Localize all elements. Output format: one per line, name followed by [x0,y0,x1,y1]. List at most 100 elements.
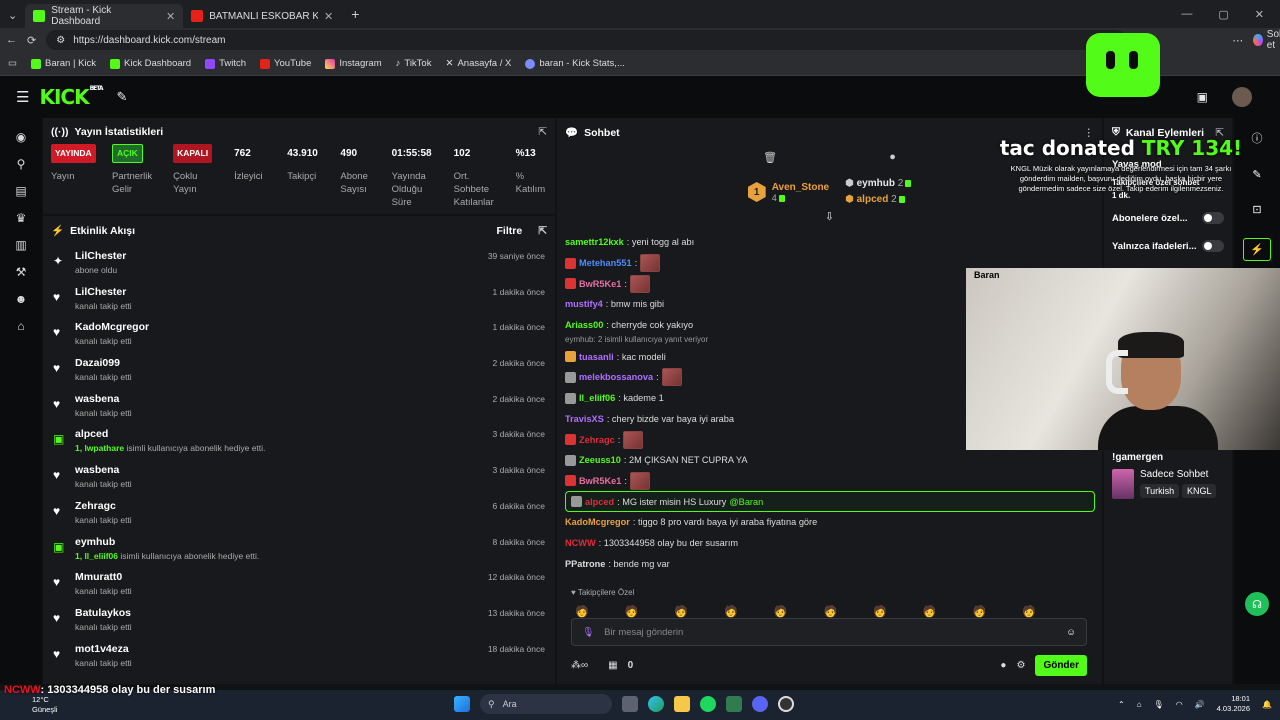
activity-user[interactable]: Mmuratt0 [75,571,545,583]
chatter-avatar[interactable]: 🧑 [724,605,738,618]
chat-username[interactable]: TravisXS [565,414,604,424]
activity-item[interactable]: ♥ LilChester kanalı takip etti 1 dakika önc… [43,281,555,317]
subs-only-toggle[interactable] [1202,212,1224,224]
users-icon[interactable]: ☻ [14,292,28,306]
activity-user[interactable]: alpced [75,428,545,440]
wrench-icon[interactable]: ⚒ [14,265,28,279]
activity-item[interactable]: ♥ Zehragc kanalı takip etti 6 dakika önce [43,495,555,531]
screenshot-icon[interactable]: ⊡ [1252,203,1261,216]
layout-icon[interactable]: ▥ [14,238,28,252]
activity-item[interactable]: ▣ eymhub 1, ll_eliif06 isimli kullanıcıya … [43,531,555,567]
chat-bubble-small-icon[interactable]: ● [1000,660,1006,671]
chat-message[interactable]: BwR5Ke1: [565,471,1095,492]
tag-pill[interactable]: KNGL [1181,484,1217,498]
chat-username[interactable]: KadoMcgregor [565,517,630,527]
chat-settings-icon[interactable]: ● [889,151,896,164]
activity-user[interactable]: Dazai099 [75,357,545,369]
url-field[interactable]: ⚙ https://dashboard.kick.com/stream [46,30,1127,50]
maximize-icon[interactable]: ▢ [1218,8,1228,21]
bookmark-youtube[interactable]: YouTube [260,58,311,69]
chatter-avatar[interactable]: 🧑 [923,605,937,618]
store-icon[interactable]: ▦ [608,660,617,671]
activity-item[interactable]: ♥ mot1v4eza kanalı takip etti 18 dakika önc… [43,638,555,674]
activity-user[interactable]: eymhub [75,536,545,548]
chat-username[interactable]: NCWW [565,538,596,548]
emotes-only-toggle[interactable] [1202,240,1224,252]
windows-start-icon[interactable] [454,696,470,712]
activity-item[interactable]: ▣ alpced 1, lwpathare isimli kullanıcıya a… [43,423,555,459]
activity-user[interactable]: Zehragc [75,500,545,512]
more-icon[interactable]: ⋯ [1232,34,1243,47]
gear-icon[interactable]: ⚙ [1016,660,1025,671]
mic-icon[interactable]: 🎙 [1154,700,1164,709]
hamburger-menu-icon[interactable]: ☰ [16,88,29,106]
chatter-avatar[interactable]: 🧑 [973,605,987,618]
tab-youtube[interactable]: BATMANLI ESKOBAR KOLOMBİYA ✕ [183,4,341,28]
activity-user[interactable]: LilChester [75,250,545,262]
task-view-icon[interactable] [622,696,638,712]
category-thumbnail[interactable] [1112,469,1134,499]
chat-username[interactable]: alpced [585,497,614,507]
filter-button[interactable]: Filtre [497,225,523,237]
chat-message[interactable]: NCWW: 1303344958 olay bu der susarım [565,533,1095,554]
creator-dashboard-icon[interactable]: ▣ [1197,90,1208,104]
chat-username[interactable]: Metehan551 [579,258,632,268]
info-icon[interactable]: ⓘ [1252,130,1263,146]
chat-username[interactable]: Ariass00 [565,320,603,330]
activity-item[interactable]: ♥ Batulaykos kanalı takip etti 13 dakika ön… [43,602,555,638]
chat-message[interactable]: KadoMcgregor: tiggo 8 pro vardı baya iyi… [565,512,1095,533]
chat-message[interactable]: Zeeuss10: 2M ÇIKSAN NET CUPRA YA [565,450,1095,471]
activity-user[interactable]: KadoMcgregor [75,321,545,333]
activity-user[interactable]: mot1v4eza [75,643,545,655]
tab-close-icon[interactable]: ✕ [324,10,333,23]
avatar[interactable] [1232,87,1252,107]
bookmark-x[interactable]: ✕ Anasayfa / X [445,58,511,69]
chat-message[interactable]: PPatrone: bende mg var [565,553,1095,574]
activity-item[interactable]: ♥ Dazai099 kanalı takip etti 2 dakika önce [43,352,555,388]
chat-username[interactable]: tuasanli [579,352,614,362]
bookmark-twitch[interactable]: Twitch [205,58,246,69]
chat-username[interactable]: BwR5Ke1 [579,279,621,289]
popout-icon[interactable]: ⇱ [538,225,547,237]
lightning-icon[interactable]: ⚡ [1243,238,1271,261]
chat-username[interactable]: BwR5Ke1 [579,476,621,486]
app-icon[interactable] [726,696,742,712]
close-window-icon[interactable]: ✕ [1255,8,1264,21]
weather-widget[interactable]: 12°C Güneşli [32,695,57,715]
chat-message[interactable]: samettr12kxk: yeni togg al abı [565,232,1095,253]
send-button[interactable]: Gönder [1035,654,1087,676]
chatter-avatar[interactable]: 🧑 [824,605,838,618]
site-info-icon[interactable]: ⚙ [56,35,65,46]
back-icon[interactable]: ← [6,34,17,46]
gift-recipient[interactable]: 1, lwpathare [75,443,124,453]
minimize-icon[interactable]: — [1181,8,1192,20]
network-icon[interactable]: ⌂ [1137,700,1142,709]
chatter-avatar[interactable]: 🧑 [575,605,589,618]
mic-icon[interactable]: 🎙 [582,627,594,638]
activity-item[interactable]: ♥ KadoMcgregor kanalı takip etti 1 dakika ö… [43,316,555,352]
chat-input[interactable]: 🎙 Bir mesaj gönderin ☺ [571,618,1087,646]
gift-recipient[interactable]: 1, ll_eliif06 [75,551,118,561]
activity-item[interactable]: ✦ LilChester abone oldu 39 saniye önce [43,245,555,281]
live-stream-icon[interactable]: ◉ [14,130,28,144]
bookmark-tiktok[interactable]: ♪ TikTok [396,58,432,69]
chat-username[interactable]: Zehragc [579,435,615,445]
spotify-icon[interactable] [700,696,716,712]
emotes-only-row[interactable]: Yalnızca ifadeleri... [1104,235,1232,257]
activity-user[interactable]: LilChester [75,286,545,298]
activity-user[interactable]: wasbena [75,464,545,476]
edge-icon[interactable] [648,696,664,712]
trophy-icon[interactable]: ♛ [14,211,28,225]
clock[interactable]: 18:01 4.03.2026 [1217,694,1250,714]
kick-logo[interactable]: KICKBETA [39,85,103,109]
chat-username[interactable]: samettr12kxk [565,237,624,247]
points-icon[interactable]: ⁂∞ [571,660,588,671]
pencil-icon[interactable]: ✎ [1252,168,1261,181]
tab-close-icon[interactable]: ✕ [166,10,175,23]
reload-icon[interactable]: ⟳ [27,34,36,47]
chat-username[interactable]: melekbossanova [579,372,653,382]
bookmark-kick-dashboard[interactable]: Kick Dashboard [110,58,191,69]
tag-pill[interactable]: Turkish [1140,484,1180,498]
activity-item[interactable]: ♥ wasbena kanalı takip etti 2 dakika önce [43,388,555,424]
activity-user[interactable]: Batulaykos [75,607,545,619]
